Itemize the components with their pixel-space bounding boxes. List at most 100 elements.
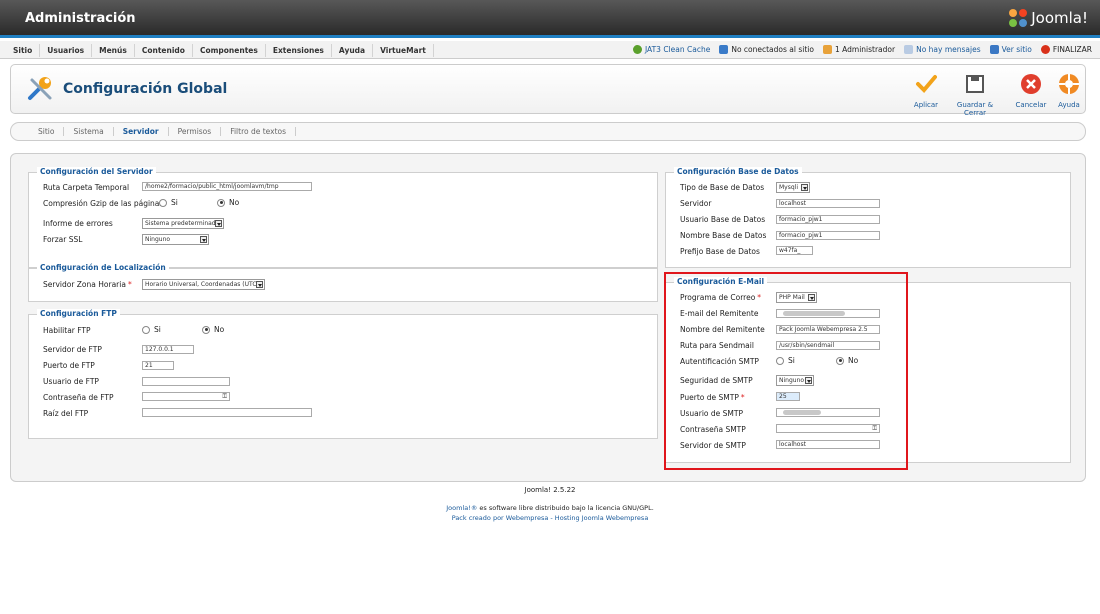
menu-ayuda[interactable]: Ayuda [332,44,374,57]
db-type-value: Mysqli [779,184,798,191]
gzip-label: Compresión Gzip de las páginas [43,199,164,208]
errors-value: Sistema predeterminado [145,220,220,227]
tab-filtro-textos[interactable]: Filtro de textos [221,127,297,136]
menu-componentes[interactable]: Componentes [193,44,266,57]
apply-label: Aplicar [913,101,939,109]
not-connected-status: No conectados al sitio [719,45,814,54]
highlight-box [664,272,908,470]
temp-path-input[interactable]: /home2/formacio/public_html/joomlavm/tmp [142,182,312,191]
db-prefix-input[interactable]: w47fa_ [776,246,813,255]
joomla-logo-icon [1009,9,1028,27]
ftp-no-radio[interactable]: No [202,325,224,334]
timezone-select[interactable]: Horario Universal, Coordenadas (UTC) [142,279,265,290]
settings-panel: Configuración del Servidor Ruta Carpeta … [10,153,1086,482]
ftp-pass-label: Contraseña de FTP [43,393,114,402]
view-site-link[interactable]: Ver sitio [989,45,1032,54]
chevron-down-icon [801,184,808,191]
ftp-port-label: Puerto de FTP [43,361,95,370]
ftp-enable-label: Habilitar FTP [43,326,91,335]
db-host-input[interactable]: localhost [776,199,880,208]
help-button[interactable]: Ayuda [1057,73,1081,109]
clean-cache-link[interactable]: JAT3 Clean Cache [632,45,710,54]
gzip-yes-label: Si [171,198,178,207]
power-icon [1040,45,1050,54]
db-user-label: Usuario Base de Datos [680,215,766,224]
menu-virtuemart[interactable]: VirtueMart [373,44,434,57]
ftp-yes-label: Si [154,325,161,334]
admins-status: 1 Administrador [822,45,896,54]
ftp-yes-radio[interactable]: Si [142,325,161,334]
locale-settings: Configuración de Localización Servidor Z… [28,263,658,302]
joomla-link[interactable]: Joomla!® [446,504,477,512]
footer-license: Joomla!® es software libre distribuido b… [0,504,1100,512]
ssl-value: Ninguno [145,236,171,243]
footer-pack: Pack creado por Webempresa - Hosting Joo… [0,514,1100,522]
checkmark-icon [916,75,937,93]
ftp-root-input[interactable] [142,408,312,417]
ssl-select[interactable]: Ninguno [142,234,209,245]
db-name-input[interactable]: formacio_pjw1 [776,231,880,240]
users-icon [719,45,729,54]
tab-sitio[interactable]: Sitio [29,127,65,136]
ftp-server-label: Servidor de FTP [43,345,102,354]
errors-select[interactable]: Sistema predeterminado [142,218,224,229]
help-icon [1059,74,1079,94]
db-type-select[interactable]: Mysqli [776,182,810,193]
mail-icon [904,45,914,54]
app-title: Administración [25,11,136,26]
messages-link[interactable]: No hay mensajes [904,45,981,54]
not-connected-label: No conectados al sitio [731,45,814,54]
server-settings: Configuración del Servidor Ruta Carpeta … [28,167,658,268]
help-label: Ayuda [1058,101,1080,109]
ftp-user-input[interactable] [142,377,230,386]
locale-legend: Configuración de Localización [37,263,169,272]
license-text: es software libre distribuido bajo la li… [477,504,654,512]
cancel-icon [1021,74,1041,94]
db-type-label: Tipo de Base de Datos [680,183,765,192]
server-legend: Configuración del Servidor [37,167,156,176]
errors-label: Informe de errores [43,219,113,228]
webempresa-link[interactable]: Pack creado por Webempresa - Hosting Joo… [452,514,649,522]
ftp-pass-input[interactable]: ⚿ [142,392,230,401]
messages-label: No hay mensajes [916,45,981,54]
menu-extensiones[interactable]: Extensiones [266,44,332,57]
menu-menus[interactable]: Menús [92,44,135,57]
footer-version: Joomla! 2.5.22 [524,486,576,494]
chevron-down-icon [256,281,263,288]
tools-icon [28,77,52,100]
tab-sistema[interactable]: Sistema [64,127,114,136]
save-close-label: Guardar & Cerrar [956,101,994,117]
chevron-down-icon [215,220,222,227]
admin-header: Administración Joomla! [0,0,1100,38]
gzip-yes-radio[interactable]: Si [159,198,178,207]
save-icon [966,75,984,93]
db-user-input[interactable]: formacio_pjw1 [776,215,880,224]
joomla-logo[interactable]: Joomla! [1009,9,1088,27]
timezone-label-text: Servidor Zona Horaria [43,280,126,289]
save-close-button[interactable]: Guardar & Cerrar [945,73,1005,117]
menu-contenido[interactable]: Contenido [135,44,193,57]
menu-usuarios[interactable]: Usuarios [40,44,93,57]
ftp-server-input[interactable]: 127.0.0.1 [142,345,194,354]
menu-sitio[interactable]: Sitio [6,44,41,57]
ftp-port-input[interactable]: 21 [142,361,174,370]
tab-permisos[interactable]: Permisos [169,127,222,136]
menu-bar: Sitio Usuarios Menús Contenido Component… [0,41,1100,59]
joomla-logo-text: Joomla! [1031,9,1088,27]
ftp-settings: Configuración FTP Habilitar FTP Si No Se… [28,309,658,439]
admins-label: 1 Administrador [834,45,896,54]
logout-link[interactable]: FINALIZAR [1040,45,1092,54]
gzip-no-label: No [229,198,240,207]
db-prefix-label: Prefijo Base de Datos [680,247,760,256]
page-title: Configuración Global [63,81,228,97]
tab-servidor[interactable]: Servidor [114,127,169,136]
cancel-button[interactable]: Cancelar [1013,73,1049,109]
ftp-user-label: Usuario de FTP [43,377,99,386]
db-legend: Configuración Base de Datos [674,167,802,176]
database-settings: Configuración Base de Datos Tipo de Base… [665,167,1071,268]
timezone-value: Horario Universal, Coordenadas (UTC) [145,281,259,288]
logout-label: FINALIZAR [1052,45,1092,54]
gzip-no-radio[interactable]: No [217,198,239,207]
ftp-legend: Configuración FTP [37,309,120,318]
apply-button[interactable]: Aplicar [911,73,941,109]
